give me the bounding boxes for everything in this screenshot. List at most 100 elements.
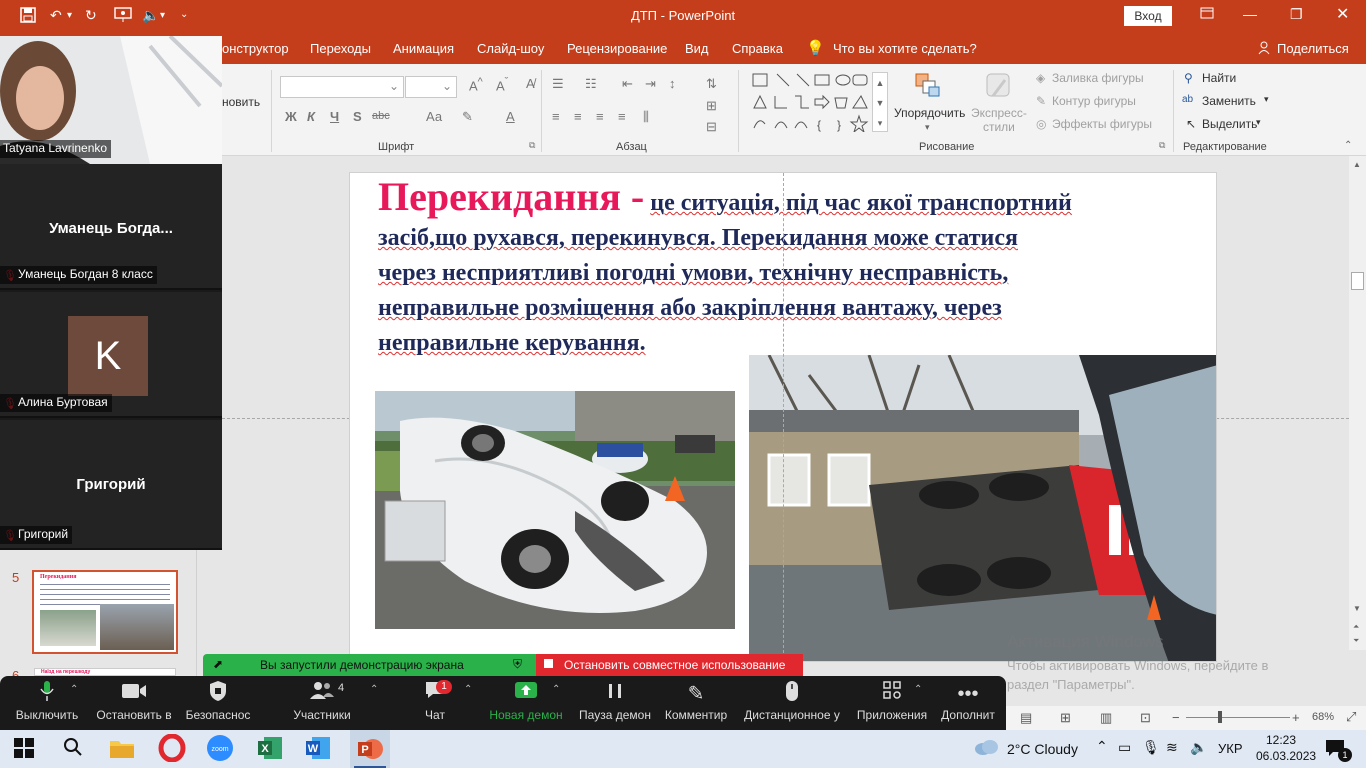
tab-slideshow[interactable]: Слайд-шоу <box>477 41 544 56</box>
stop-video-button[interactable]: Остановить в <box>94 680 174 722</box>
language-indicator[interactable]: УКР <box>1218 741 1243 756</box>
font-shrink-icon[interactable]: Aˇ <box>496 76 508 93</box>
align-right-icon[interactable]: ≡ <box>596 109 604 124</box>
security-button[interactable]: Безопаснос <box>182 680 254 722</box>
font-size-combo[interactable]: ⌄ <box>405 76 457 98</box>
scroll-down-icon[interactable]: ▼ <box>1353 604 1361 613</box>
pause-share-button[interactable]: Пауза демон <box>576 680 654 722</box>
scroll-thumb[interactable] <box>1351 272 1364 290</box>
annotate-button[interactable]: ✎ Комментир <box>662 680 730 722</box>
clock-time[interactable]: 12:23 <box>1266 733 1296 747</box>
battery-icon[interactable]: ▭ <box>1118 739 1131 756</box>
stop-share-button[interactable]: Остановить совместное использование <box>536 654 803 676</box>
shape-outline-button[interactable]: Контур фигуры <box>1052 94 1136 108</box>
find-button[interactable]: Найти <box>1202 71 1236 85</box>
powerpoint-icon[interactable]: P <box>350 730 390 768</box>
zoom-level[interactable]: 68% <box>1312 711 1334 723</box>
zoom-slider-thumb[interactable] <box>1218 711 1222 723</box>
align-text-icon[interactable]: ⊞ <box>706 98 717 114</box>
slide-thumbnail-5[interactable]: Перекидання <box>32 570 178 654</box>
columns-icon[interactable]: ⫼ <box>643 109 649 125</box>
opera-browser-icon[interactable] <box>158 733 188 764</box>
decrease-indent-icon[interactable]: ⇤ <box>622 76 633 92</box>
replace-button[interactable]: Заменить <box>1202 94 1256 108</box>
select-button[interactable]: Выделить <box>1202 117 1257 131</box>
clear-format-icon[interactable]: A̸ <box>526 76 535 91</box>
participants-button[interactable]: Участники <box>286 680 358 722</box>
shapes-gallery[interactable]: {} <box>751 72 891 134</box>
scroll-up-icon[interactable]: ▲ <box>1353 160 1361 169</box>
justify-icon[interactable]: ≡ <box>618 109 626 124</box>
drawing-dialog-icon[interactable]: ⧉ <box>1159 140 1165 151</box>
shapes-gallery-scroll[interactable]: ▲ ▼ ▾ <box>872 72 888 132</box>
collapse-ribbon-icon[interactable]: ⌃ <box>1344 140 1352 151</box>
reset-button[interactable]: новить <box>222 95 260 109</box>
restore-icon[interactable]: ❐ <box>1290 6 1303 23</box>
tab-help[interactable]: Справка <box>732 41 783 56</box>
smartart-icon[interactable]: ⊟ <box>706 119 717 135</box>
slide-textbox[interactable]: Перекидання - це ситуація, під час якої … <box>378 177 1208 361</box>
chevron-up-icon[interactable]: ⌃ <box>70 684 78 695</box>
previous-slide-icon[interactable]: ⏶ <box>1353 622 1359 632</box>
reading-view-icon[interactable]: ▥ <box>1100 710 1112 726</box>
arrange-button[interactable]: Упорядочить <box>894 106 965 120</box>
search-icon[interactable] <box>62 736 92 766</box>
font-color-icon[interactable]: A <box>506 109 515 124</box>
slide-canvas[interactable]: Перекидання - це ситуація, під час якої … <box>349 172 1217 662</box>
clock-date[interactable]: 06.03.2023 <box>1256 749 1316 763</box>
tab-transitions[interactable]: Переходы <box>310 41 371 56</box>
chevron-up-icon[interactable]: ⌃ <box>1096 738 1108 755</box>
increase-indent-icon[interactable]: ⇥ <box>645 76 656 92</box>
photo-overturned-car[interactable] <box>375 391 735 629</box>
participant-tile[interactable]: K 🎙︎ Алина Буртовая <box>0 292 222 418</box>
quick-styles-button[interactable]: Экспресс- стили <box>971 106 1027 134</box>
shape-fill-button[interactable]: Заливка фигуры <box>1052 71 1144 85</box>
font-name-combo[interactable]: ⌄ <box>280 76 404 98</box>
weather-text[interactable]: 2°C Cloudy <box>1007 741 1078 757</box>
windows-start-icon[interactable] <box>14 738 34 758</box>
excel-icon[interactable]: X <box>256 734 286 764</box>
italic-button[interactable]: К <box>307 109 315 124</box>
minimize-icon[interactable]: — <box>1243 6 1257 22</box>
chevron-up-icon[interactable]: ⌃ <box>552 684 560 695</box>
remote-control-button[interactable]: Дистанционное у <box>740 680 844 722</box>
align-center-icon[interactable]: ≡ <box>574 109 582 124</box>
shape-effects-button[interactable]: Эффекты фигуры <box>1052 117 1152 131</box>
zoom-out-button[interactable]: − <box>1172 710 1180 725</box>
participant-tile[interactable]: Уманець Богда... 🎙︎ Уманець Богдан 8 кла… <box>0 164 222 290</box>
fit-to-window-icon[interactable]: ⤢ <box>1346 709 1356 725</box>
vertical-scrollbar[interactable]: ▲ ▼ ⏶ ⏷ <box>1349 156 1366 650</box>
tab-design[interactable]: онструктор <box>222 41 289 56</box>
bold-button[interactable]: Ж <box>285 109 297 124</box>
change-case-button[interactable]: Аа <box>426 109 442 124</box>
photo-overturned-fire-truck[interactable] <box>749 355 1216 661</box>
align-left-icon[interactable]: ≡ <box>552 109 560 124</box>
line-spacing-icon[interactable]: ↕ <box>669 76 676 91</box>
shadow-button[interactable]: S <box>353 109 362 124</box>
close-icon[interactable]: ✕ <box>1336 4 1349 24</box>
participant-tile[interactable]: Григорий 🎙︎ Григорий <box>0 420 222 550</box>
tab-view[interactable]: Вид <box>685 41 709 56</box>
slide-sorter-icon[interactable]: ⊞ <box>1060 710 1071 726</box>
strikethrough-button[interactable]: abc <box>372 110 390 122</box>
slideshow-view-icon[interactable]: ⊡ <box>1140 710 1151 726</box>
share-button[interactable]: Поделиться <box>1277 41 1349 56</box>
file-explorer-icon[interactable] <box>108 734 138 764</box>
chevron-up-icon[interactable]: ⌃ <box>464 684 472 695</box>
highlight-icon[interactable]: ✎ <box>462 109 473 125</box>
font-dialog-icon[interactable]: ⧉ <box>529 140 535 151</box>
underline-button[interactable]: Ч <box>330 109 339 124</box>
wifi-icon[interactable]: ≋ <box>1166 739 1178 756</box>
numbering-icon[interactable]: ☷ <box>585 76 597 92</box>
zoom-in-button[interactable]: + <box>1292 710 1300 725</box>
volume-icon[interactable]: 🔈 <box>1190 739 1207 756</box>
font-grow-icon[interactable]: A^ <box>469 76 483 93</box>
chevron-up-icon[interactable]: ⌃ <box>914 684 922 695</box>
word-icon[interactable]: W <box>304 734 334 764</box>
normal-view-icon[interactable]: ▤ <box>1020 710 1032 726</box>
next-slide-icon[interactable]: ⏷ <box>1353 636 1359 646</box>
zoom-app-icon[interactable]: zoom <box>206 734 236 764</box>
chevron-up-icon[interactable]: ⌃ <box>370 684 378 695</box>
bullets-icon[interactable]: ☰ <box>552 76 564 92</box>
participant-tile-video[interactable]: Tatyana Lavrinenko <box>0 36 222 164</box>
